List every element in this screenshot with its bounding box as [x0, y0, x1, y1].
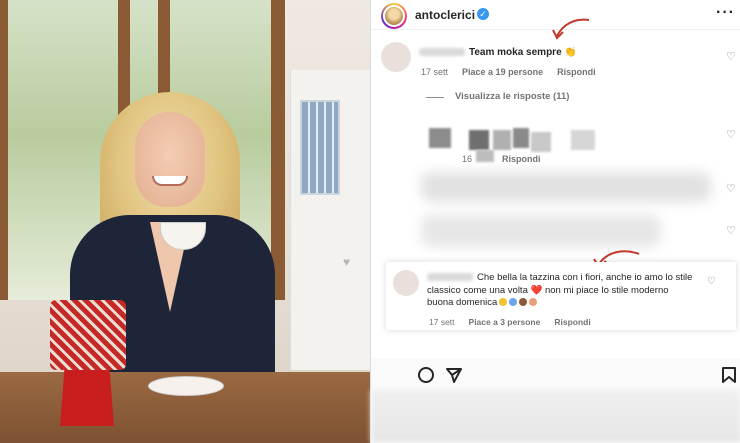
more-dots-icon[interactable]: ···	[716, 4, 735, 22]
pixelated-block	[493, 130, 511, 150]
comment-avatar[interactable]	[381, 42, 411, 72]
woman-smile	[152, 176, 188, 186]
comment-meta: 17 sett Piace a 3 persone Rispondi	[429, 317, 605, 327]
comment-time: 17 sett	[421, 67, 449, 77]
like-heart-icon[interactable]: ♡	[726, 182, 736, 195]
like-heart-icon[interactable]: ♡	[707, 276, 716, 287]
blurred-comment	[421, 172, 711, 202]
blurred-footer	[371, 390, 740, 443]
pixelated-block	[513, 128, 529, 148]
comment-icon[interactable]	[417, 366, 435, 384]
pixelated-block	[571, 130, 595, 150]
blurred-reply-link[interactable]: Rispondi	[502, 154, 541, 164]
commenter-name-blurred[interactable]	[427, 273, 473, 282]
pixelated-block	[429, 128, 451, 148]
save-bookmark-icon[interactable]	[721, 366, 737, 384]
comment-text: Che bella la tazzina con i fiori, anche …	[427, 272, 693, 308]
like-heart-icon[interactable]: ♡	[726, 128, 736, 141]
replies-divider	[426, 97, 444, 98]
moka-pot-base	[60, 370, 114, 426]
commenter-name-blurred[interactable]	[419, 48, 465, 57]
heart-decoration-icon: ♥	[343, 255, 351, 269]
comment-time: 17 sett	[429, 317, 455, 327]
like-heart-icon[interactable]: ♡	[726, 224, 736, 237]
pixelated-block	[531, 132, 551, 152]
comment-reply-link[interactable]: Rispondi	[557, 67, 596, 77]
comment-likes-link[interactable]: Piace a 19 persone	[462, 67, 543, 77]
annotation-arrow	[552, 18, 590, 40]
blurred-comment-meta: 16 Rispondi	[462, 154, 555, 164]
comment-avatar[interactable]	[393, 270, 419, 296]
woman-face	[135, 112, 205, 207]
moka-pot-top	[50, 300, 126, 370]
comments-panel: antoclerici ✓ ··· Team moka sempre 👏 17 …	[370, 0, 740, 443]
post-username[interactable]: antoclerici	[415, 8, 475, 22]
fridge-window	[300, 100, 340, 195]
comment-meta: 17 sett Piace a 19 persone Rispondi	[421, 67, 610, 77]
comment-likes-link[interactable]: Piace a 3 persone	[469, 317, 541, 327]
blurred-comment	[421, 215, 661, 247]
view-replies-link[interactable]: Visualizza le risposte (11)	[455, 91, 569, 102]
blurred-likes-count: 16	[462, 154, 473, 164]
post-photo: ♥	[0, 0, 370, 443]
share-icon[interactable]	[445, 366, 463, 384]
like-heart-icon[interactable]: ♡	[726, 50, 736, 63]
comment-reply-link[interactable]: Rispondi	[554, 317, 590, 327]
pixelated-block	[469, 130, 489, 150]
saucer	[148, 376, 224, 396]
comment-text: Team moka sempre 👏	[419, 46, 577, 60]
post-actions-bar	[371, 358, 740, 392]
profile-avatar[interactable]	[381, 3, 407, 29]
verified-badge-icon: ✓	[477, 8, 489, 20]
